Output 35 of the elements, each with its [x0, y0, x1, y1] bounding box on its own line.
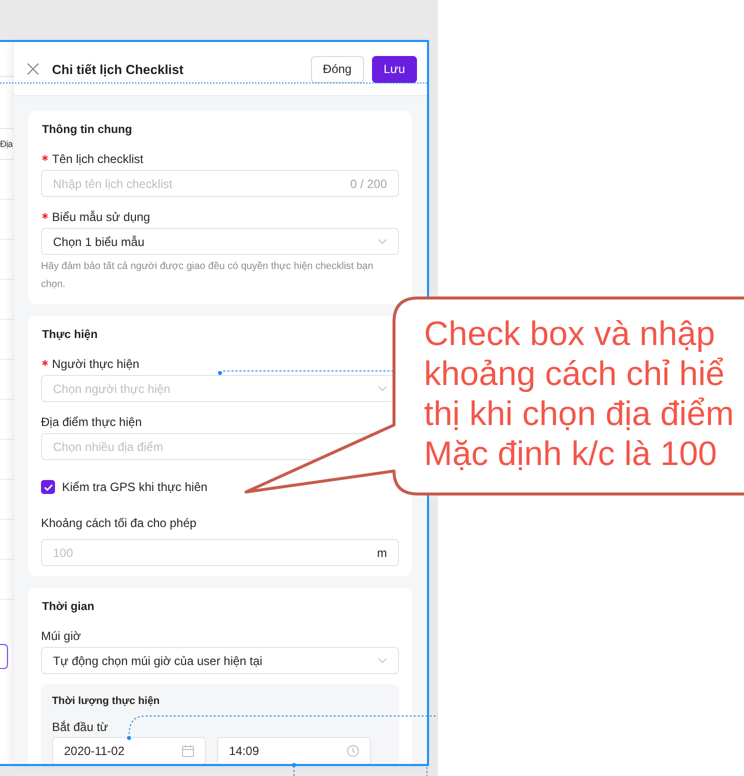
subsection-title: Thời lượng thực hiện	[52, 694, 161, 708]
guide-line	[426, 766, 428, 776]
chevron-down-icon	[378, 658, 387, 663]
time-field[interactable]: 14:09	[217, 737, 371, 765]
check-icon	[44, 484, 52, 490]
field-label: Múi giờ	[41, 628, 81, 644]
field-label: Khoảng cách tối đa cho phép	[41, 515, 196, 531]
select-field[interactable]: Chọn 1 biểu mẫu	[41, 228, 399, 255]
guide-line	[292, 763, 296, 776]
date-field[interactable]: 2020-11-02	[52, 737, 206, 765]
field-label: Người thực hiện	[52, 356, 140, 372]
save-button[interactable]: Lưu	[372, 56, 417, 82]
callout-text: Check box và nhập khoảng cách chỉ hiể thị khi chọn địa điểm Mặc định k/c là 100	[424, 314, 734, 474]
character-counter: 0 / 200	[350, 176, 387, 190]
clock-icon	[347, 745, 359, 757]
field-label: Biểu mẫu sử dụng	[52, 209, 150, 225]
section-title: Thời gian	[41, 600, 96, 615]
chevron-down-icon	[378, 386, 387, 391]
number-field[interactable]: 100 m	[41, 539, 399, 566]
outlined-button[interactable]	[0, 644, 8, 669]
checkbox-label: Kiểm tra GPS khi thực hiên	[62, 480, 208, 494]
hint-text: Hãy đảm bảo tất cả người được giao đều có quyền thực hiện checklist bạn chọn.	[41, 260, 374, 292]
select-field[interactable]: Tự động chọn múi giờ của user hiện tại	[41, 647, 399, 674]
field-label: Tên lịch checklist	[52, 151, 144, 167]
panel-title: Chi tiết lịch Checklist	[52, 62, 184, 76]
field-label: Địa điểm thực hiện	[41, 414, 142, 430]
close-button[interactable]: Đóng	[310, 56, 364, 82]
chevron-down-icon	[378, 239, 387, 244]
unit-label: m	[377, 546, 387, 560]
checkbox[interactable]	[41, 480, 55, 494]
field-label: Bắt đầu từ	[52, 719, 108, 735]
close-icon[interactable]	[27, 63, 39, 75]
section-title: Thông tin chung	[41, 123, 134, 138]
calendar-icon	[182, 745, 194, 757]
section-title: Thực hiện	[41, 328, 99, 343]
